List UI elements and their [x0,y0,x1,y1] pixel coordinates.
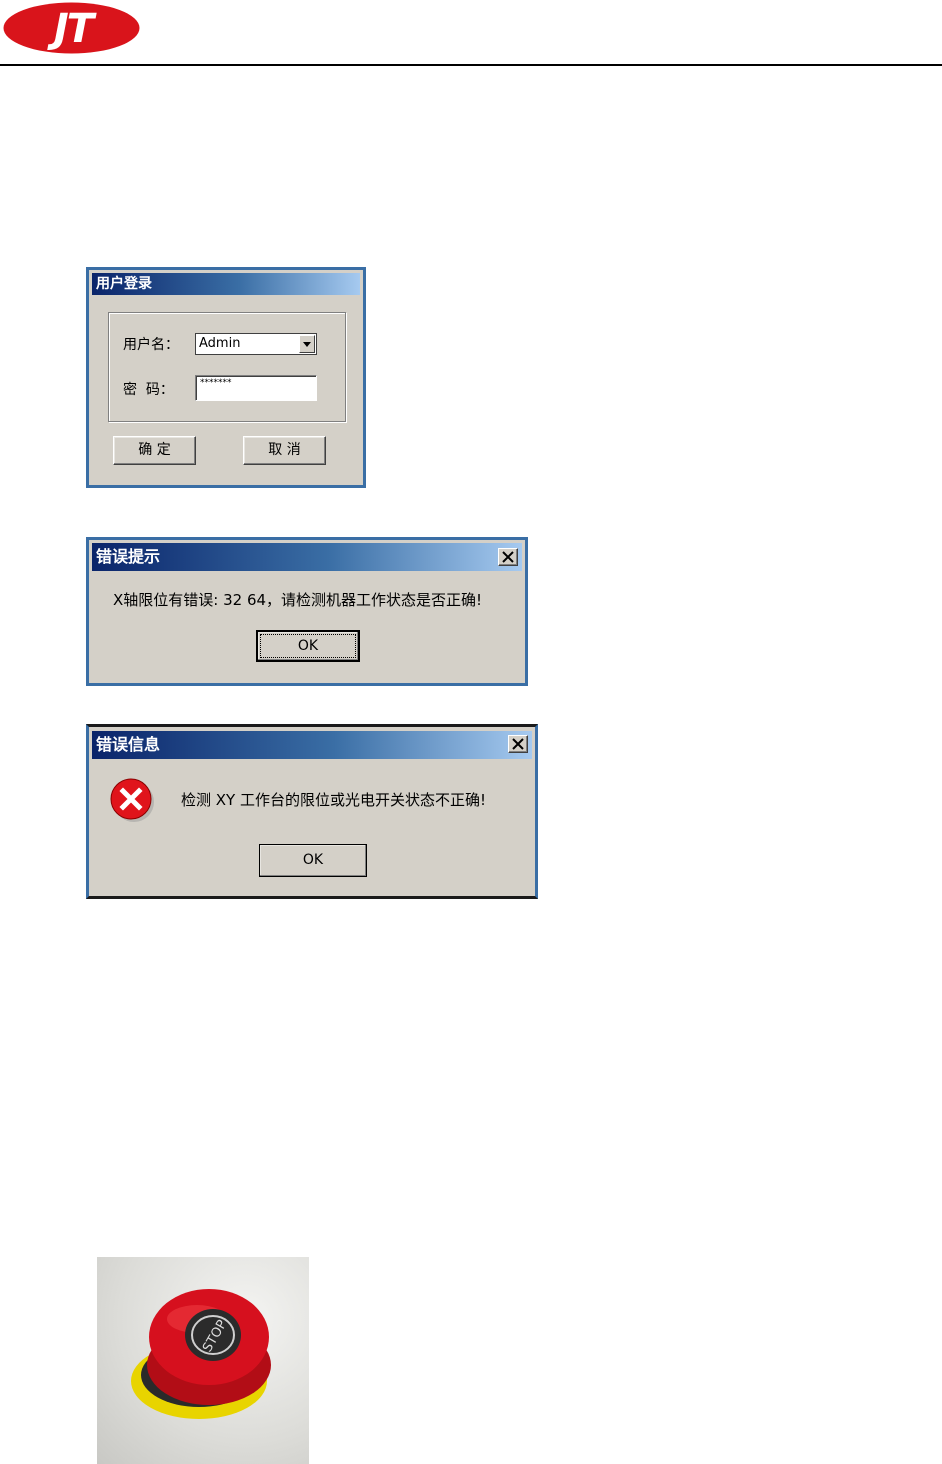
error-info-message: 检测 XY 工作台的限位或光电开关状态不正确! [181,791,486,809]
error-tip-title: 错误提示 [92,543,522,571]
header-divider [0,64,942,66]
username-value: Admin [199,336,241,351]
error-tip-ok-button[interactable]: OK [256,630,360,662]
username-combobox[interactable]: Admin [195,333,317,355]
error-tip-message: X轴限位有错误: 32 64，请检测机器工作状态是否正确! [113,591,483,609]
dropdown-arrow-icon[interactable] [299,335,315,353]
login-ok-button[interactable]: 确 定 [113,436,196,465]
error-icon [109,777,155,823]
close-icon [512,738,524,750]
error-info-title: 错误信息 [92,731,532,759]
login-cancel-button[interactable]: 取 消 [243,436,326,465]
close-button[interactable] [498,548,518,566]
login-groupbox: 用户名： Admin 密 码： ******* [108,312,346,422]
close-icon [502,551,514,563]
login-dialog: 用户登录 用户名： Admin 密 码： ******* 确 定 取 消 [86,267,366,488]
logo-text: JT [47,6,97,52]
error-info-ok-button[interactable]: OK [259,844,367,877]
emergency-stop-photo: STOP [97,1257,309,1464]
username-label: 用户名： [123,337,179,353]
password-field[interactable]: ******* [195,375,317,401]
error-tip-dialog: 错误提示 X轴限位有错误: 32 64，请检测机器工作状态是否正确! OK [86,537,528,686]
error-info-dialog: 错误信息 检测 XY 工作台的限位或光电开关状态不正确! OK [86,724,538,899]
close-button[interactable] [508,735,528,753]
jt-logo: JT [3,2,140,54]
password-label: 密 码： [123,382,174,398]
login-dialog-title: 用户登录 [92,273,360,295]
